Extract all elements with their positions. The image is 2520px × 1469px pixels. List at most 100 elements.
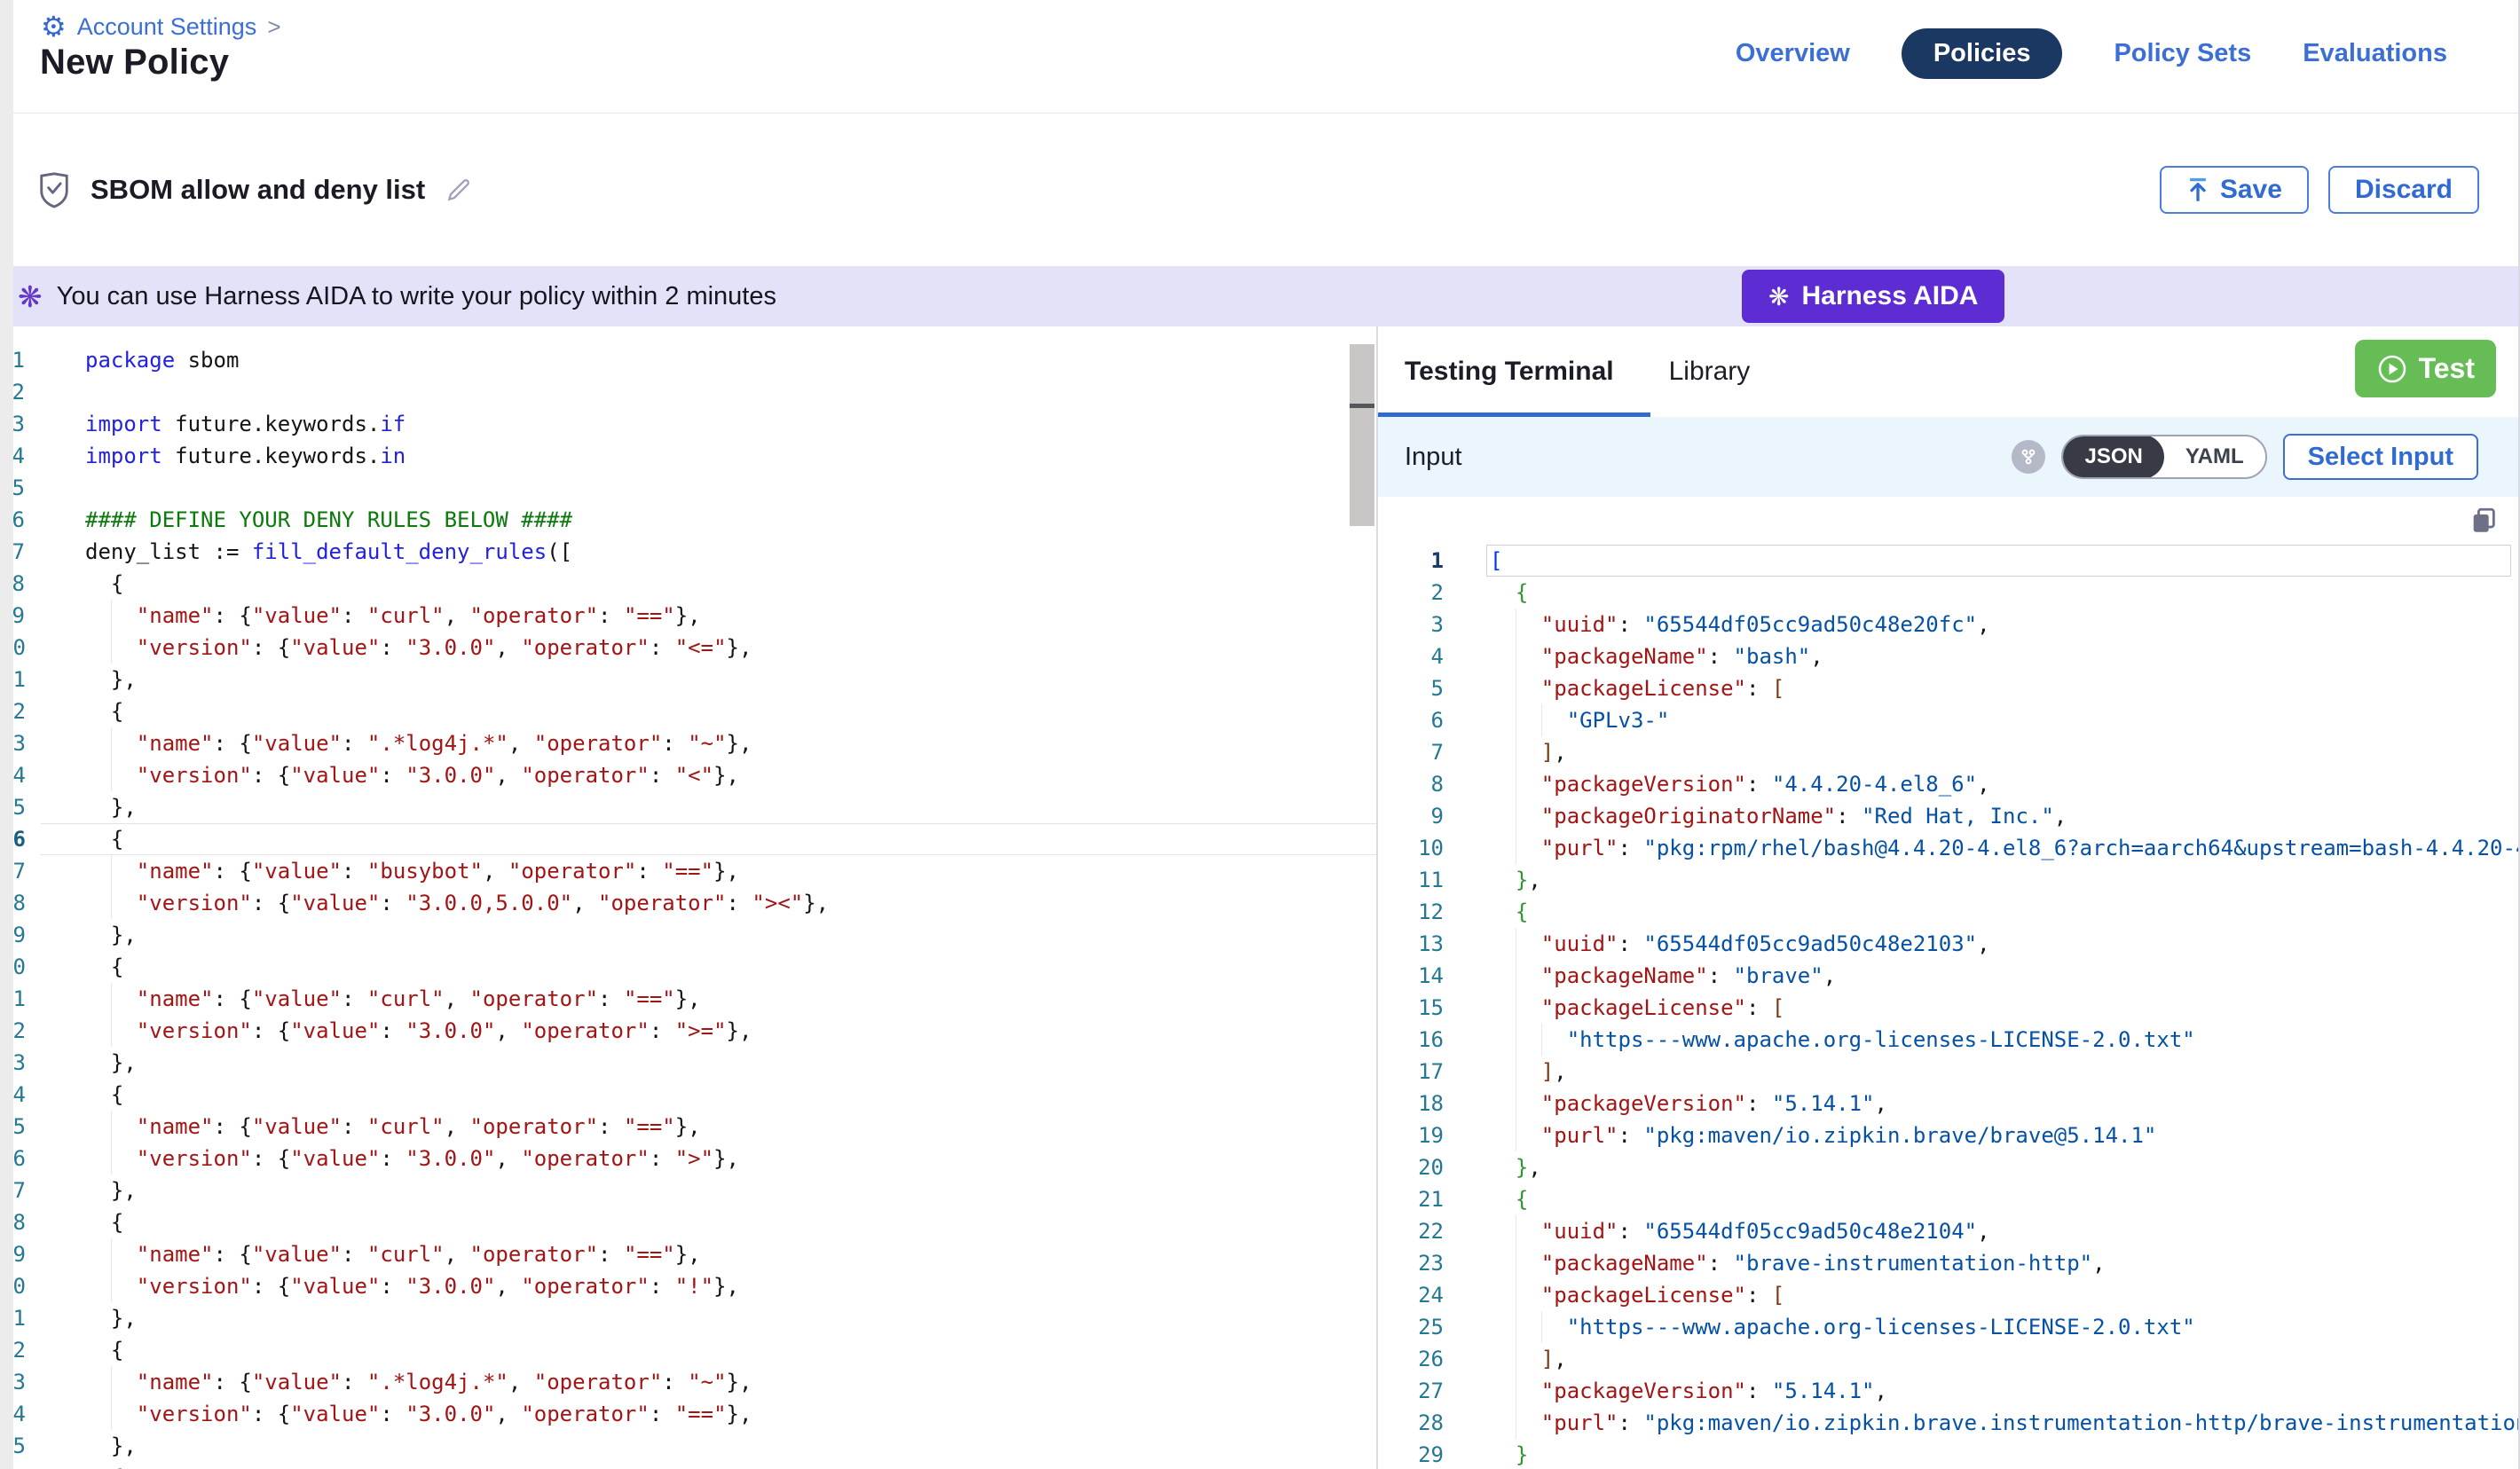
code-text: "uuid": "65544df05cc9ad50c48e20fc", xyxy=(1467,609,2518,640)
json-line-23[interactable]: 23 "packageName": "brave-instrumentation… xyxy=(1378,1247,2518,1279)
rego-line-28[interactable]: 28 { xyxy=(0,1206,1376,1238)
rego-line-3[interactable]: 3import future.keywords.if xyxy=(0,408,1376,440)
rego-line-13[interactable]: 13 "name": {"value": ".*log4j.*", "opera… xyxy=(0,727,1376,759)
test-button[interactable]: Test xyxy=(2355,340,2496,397)
rego-line-6[interactable]: 6#### DEFINE YOUR DENY RULES BELOW #### xyxy=(0,504,1376,536)
rego-line-27[interactable]: 27 }, xyxy=(0,1174,1376,1206)
code-text: [ xyxy=(1467,545,2518,577)
code-text: import future.keywords.in xyxy=(41,440,1376,472)
json-line-9[interactable]: 9 "packageOriginatorName": "Red Hat, Inc… xyxy=(1378,800,2518,832)
rego-line-35[interactable]: 35 }, xyxy=(0,1430,1376,1462)
json-line-21[interactable]: 21 { xyxy=(1378,1183,2518,1215)
rego-line-30[interactable]: 30 "version": {"value": "3.0.0", "operat… xyxy=(0,1270,1376,1302)
json-line-20[interactable]: 20 }, xyxy=(1378,1151,2518,1183)
json-line-16[interactable]: 16 "https---www.apache.org-licenses-LICE… xyxy=(1378,1024,2518,1056)
code-text: "packageName": "brave", xyxy=(1467,960,2518,992)
json-line-29[interactable]: 29 } xyxy=(1378,1439,2518,1469)
json-line-10[interactable]: 10 "purl": "pkg:rpm/rhel/bash@4.4.20-4.e… xyxy=(1378,832,2518,864)
rego-line-36[interactable]: 36 { xyxy=(0,1462,1376,1469)
tab-library[interactable]: Library xyxy=(1669,357,1751,387)
harness-aida-button[interactable]: ❋ Harness AIDA xyxy=(1742,270,2004,323)
nav-tab-policies[interactable]: Policies xyxy=(1902,28,2063,79)
rego-line-32[interactable]: 32 { xyxy=(0,1334,1376,1366)
format-option-yaml[interactable]: YAML xyxy=(2164,435,2265,479)
json-line-15[interactable]: 15 "packageLicense": [ xyxy=(1378,992,2518,1024)
rego-line-2[interactable]: 2 xyxy=(0,376,1376,408)
json-line-6[interactable]: 6 "GPLv3-" xyxy=(1378,704,2518,736)
json-line-27[interactable]: 27 "packageVersion": "5.14.1", xyxy=(1378,1375,2518,1407)
line-number: 1 xyxy=(1378,545,1467,577)
code-text: "packageLicense": [ xyxy=(1467,1279,2518,1311)
rego-line-23[interactable]: 23 }, xyxy=(0,1047,1376,1079)
rego-line-25[interactable]: 25 "name": {"value": "curl", "operator":… xyxy=(0,1111,1376,1143)
rego-line-12[interactable]: 12 { xyxy=(0,695,1376,727)
rego-line-29[interactable]: 29 "name": {"value": "curl", "operator":… xyxy=(0,1238,1376,1270)
json-line-24[interactable]: 24 "packageLicense": [ xyxy=(1378,1279,2518,1311)
rego-line-11[interactable]: 11 }, xyxy=(0,664,1376,695)
rego-line-4[interactable]: 4import future.keywords.in xyxy=(0,440,1376,472)
rego-line-8[interactable]: 8 { xyxy=(0,568,1376,600)
rego-line-7[interactable]: 7deny_list := fill_default_deny_rules([ xyxy=(0,536,1376,568)
select-input-button[interactable]: Select Input xyxy=(2283,434,2478,480)
input-json-editor[interactable]: 1[2 {3 "uuid": "65544df05cc9ad50c48e20fc… xyxy=(1378,545,2518,1469)
json-line-26[interactable]: 26 ], xyxy=(1378,1343,2518,1375)
json-line-13[interactable]: 13 "uuid": "65544df05cc9ad50c48e2103", xyxy=(1378,928,2518,960)
json-line-1[interactable]: 1[ xyxy=(1378,545,2518,577)
editor-scrollbar[interactable] xyxy=(1350,344,1374,526)
nav-tab-policy-sets[interactable]: Policy Sets xyxy=(2114,28,2251,79)
json-line-17[interactable]: 17 ], xyxy=(1378,1056,2518,1088)
json-line-2[interactable]: 2 { xyxy=(1378,577,2518,609)
rego-line-31[interactable]: 31 }, xyxy=(0,1302,1376,1334)
format-toggle[interactable]: JSONYAML xyxy=(2061,435,2266,479)
nav-tab-overview[interactable]: Overview xyxy=(1736,28,1850,79)
rego-line-26[interactable]: 26 "version": {"value": "3.0.0", "operat… xyxy=(0,1143,1376,1174)
json-line-25[interactable]: 25 "https---www.apache.org-licenses-LICE… xyxy=(1378,1311,2518,1343)
rego-line-16[interactable]: 16 { xyxy=(0,823,1376,855)
json-line-5[interactable]: 5 "packageLicense": [ xyxy=(1378,672,2518,704)
code-text: deny_list := fill_default_deny_rules([ xyxy=(41,536,1376,568)
json-line-8[interactable]: 8 "packageVersion": "4.4.20-4.el8_6", xyxy=(1378,768,2518,800)
json-line-11[interactable]: 11 }, xyxy=(1378,864,2518,896)
save-button[interactable]: Save xyxy=(2160,166,2309,214)
rego-line-10[interactable]: 10 "version": {"value": "3.0.0", "operat… xyxy=(0,632,1376,664)
tab-testing-terminal[interactable]: Testing Terminal xyxy=(1405,357,1614,387)
json-line-4[interactable]: 4 "packageName": "bash", xyxy=(1378,640,2518,672)
breadcrumb-link[interactable]: Account Settings xyxy=(77,13,257,41)
rego-line-34[interactable]: 34 "version": {"value": "3.0.0", "operat… xyxy=(0,1398,1376,1430)
rego-line-14[interactable]: 14 "version": {"value": "3.0.0", "operat… xyxy=(0,759,1376,791)
json-line-3[interactable]: 3 "uuid": "65544df05cc9ad50c48e20fc", xyxy=(1378,609,2518,640)
code-text: } xyxy=(1467,1439,2518,1469)
rego-line-20[interactable]: 20 { xyxy=(0,951,1376,983)
edit-pencil-icon[interactable] xyxy=(445,176,473,204)
rego-line-33[interactable]: 33 "name": {"value": ".*log4j.*", "opera… xyxy=(0,1366,1376,1398)
discard-label: Discard xyxy=(2355,175,2453,205)
rego-line-18[interactable]: 18 "version": {"value": "3.0.0,5.0.0", "… xyxy=(0,887,1376,919)
breadcrumb[interactable]: ⚙ Account Settings > xyxy=(41,12,281,41)
format-option-json[interactable]: JSON xyxy=(2063,435,2163,479)
chevron-right-icon: > xyxy=(267,13,280,41)
gear-icon: ⚙ xyxy=(41,12,67,41)
json-line-7[interactable]: 7 ], xyxy=(1378,736,2518,768)
json-line-28[interactable]: 28 "purl": "pkg:maven/io.zipkin.brave.in… xyxy=(1378,1407,2518,1439)
copy-icon[interactable] xyxy=(2469,506,2499,536)
rego-line-17[interactable]: 17 "name": {"value": "busybot", "operato… xyxy=(0,855,1376,887)
rego-line-1[interactable]: 1package sbom xyxy=(0,344,1376,376)
rego-line-15[interactable]: 15 }, xyxy=(0,791,1376,823)
rego-line-9[interactable]: 9 "name": {"value": "curl", "operator": … xyxy=(0,600,1376,632)
rego-line-5[interactable]: 5 xyxy=(0,472,1376,504)
code-text: #### DEFINE YOUR DENY RULES BELOW #### xyxy=(41,504,1376,536)
json-line-18[interactable]: 18 "packageVersion": "5.14.1", xyxy=(1378,1088,2518,1119)
json-line-22[interactable]: 22 "uuid": "65544df05cc9ad50c48e2104", xyxy=(1378,1215,2518,1247)
nav-tab-evaluations[interactable]: Evaluations xyxy=(2303,28,2447,79)
rego-line-22[interactable]: 22 "version": {"value": "3.0.0", "operat… xyxy=(0,1015,1376,1047)
rego-line-24[interactable]: 24 { xyxy=(0,1079,1376,1111)
json-line-19[interactable]: 19 "purl": "pkg:maven/io.zipkin.brave/br… xyxy=(1378,1119,2518,1151)
code-text: }, xyxy=(41,1174,1376,1206)
discard-button[interactable]: Discard xyxy=(2328,166,2479,214)
git-fork-icon[interactable] xyxy=(2012,440,2045,474)
rego-line-21[interactable]: 21 "name": {"value": "curl", "operator":… xyxy=(0,983,1376,1015)
rego-line-19[interactable]: 19 }, xyxy=(0,919,1376,951)
json-line-12[interactable]: 12 { xyxy=(1378,896,2518,928)
json-line-14[interactable]: 14 "packageName": "brave", xyxy=(1378,960,2518,992)
policy-code-editor[interactable]: 1package sbom23import future.keywords.if… xyxy=(0,326,1378,1469)
